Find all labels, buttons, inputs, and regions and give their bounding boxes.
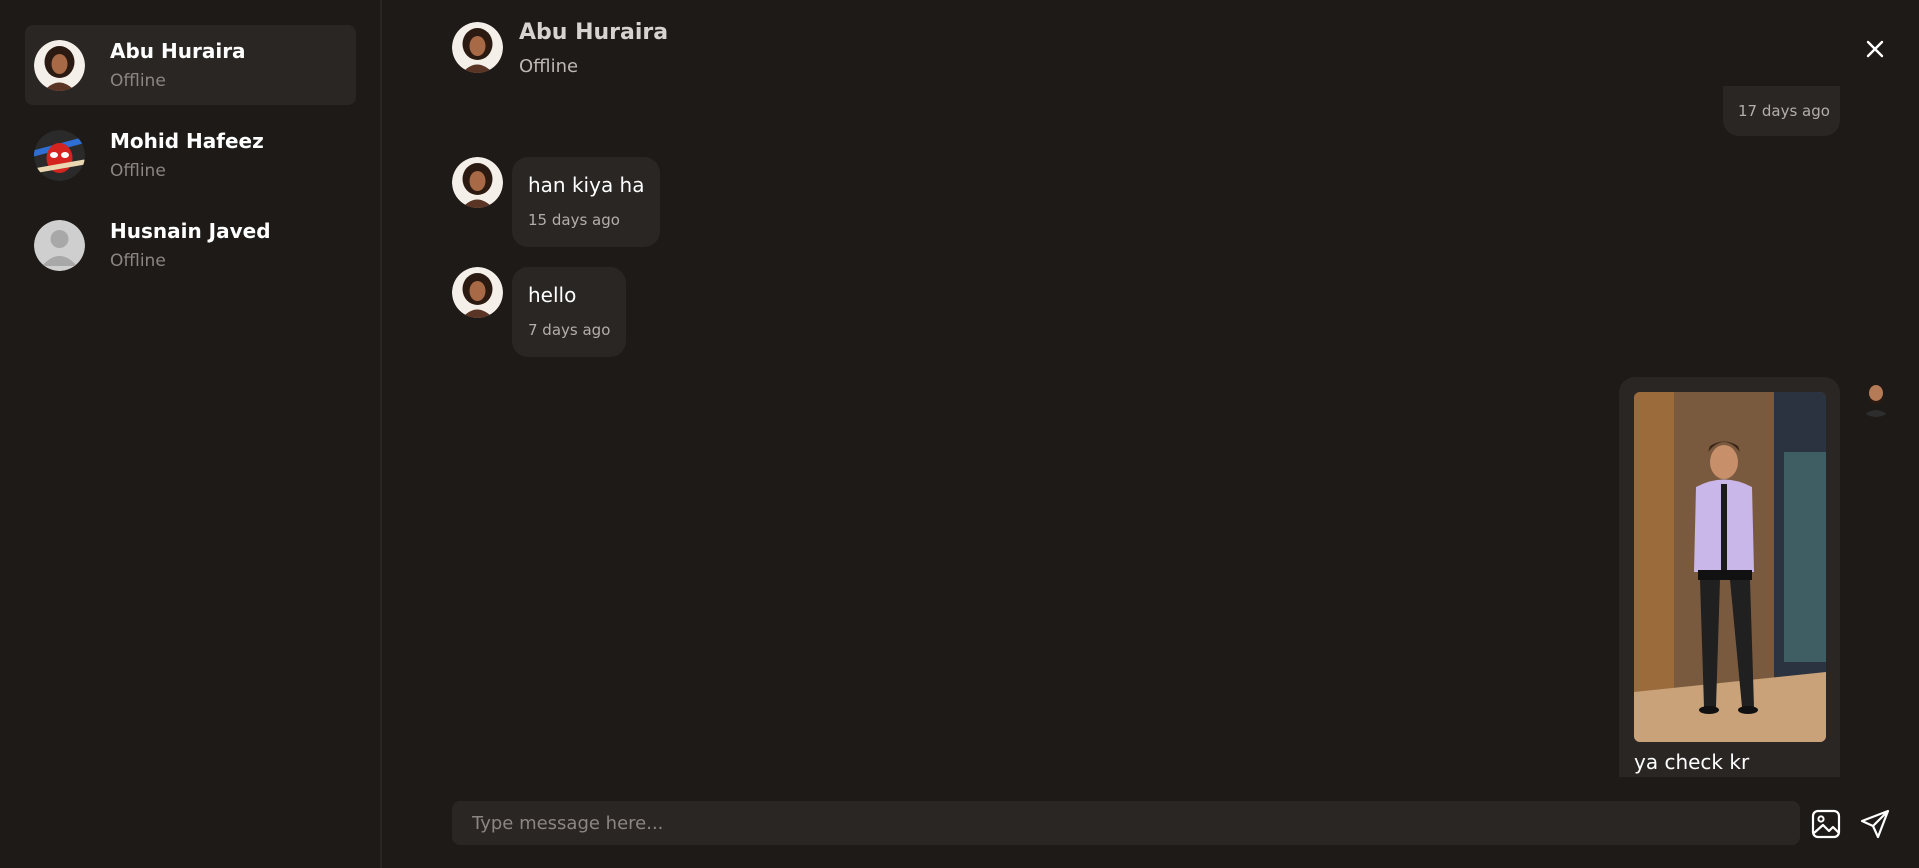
contacts-sidebar: Abu Huraira Offline Mohid Hafeez Offline… bbox=[0, 0, 382, 868]
message-bubble: hello 7 days ago bbox=[512, 267, 626, 357]
send-button[interactable] bbox=[1859, 808, 1891, 840]
message-bubble: han kiya ha 15 days ago bbox=[512, 157, 660, 247]
message-input[interactable] bbox=[452, 801, 1800, 845]
message-text: ya check kr bbox=[1634, 750, 1750, 774]
close-icon bbox=[1866, 40, 1884, 58]
chat-contact-status: Offline bbox=[519, 56, 579, 77]
chat-contact-name: Abu Huraira bbox=[519, 20, 669, 45]
message-bubble: 17 days ago bbox=[1723, 86, 1840, 136]
contact-name: Mohid Hafeez bbox=[110, 129, 264, 153]
avatar bbox=[452, 22, 503, 73]
image-icon bbox=[1811, 809, 1841, 839]
message-time: 7 days ago bbox=[528, 321, 611, 339]
contact-status: Offline bbox=[110, 71, 166, 91]
contact-item-mohid-hafeez[interactable]: Mohid Hafeez Offline bbox=[25, 115, 356, 195]
contact-name: Abu Huraira bbox=[110, 39, 246, 63]
send-icon bbox=[1860, 809, 1890, 839]
contact-item-husnain-javed[interactable]: Husnain Javed Offline bbox=[25, 205, 356, 285]
contact-status: Offline bbox=[110, 251, 166, 271]
close-chat-button[interactable] bbox=[1860, 34, 1890, 64]
message-text: hello bbox=[528, 283, 577, 307]
avatar bbox=[1856, 377, 1896, 417]
message-bubble-outgoing: ya check kr bbox=[1619, 377, 1840, 777]
avatar bbox=[452, 157, 503, 208]
avatar bbox=[452, 267, 503, 318]
attach-image-button[interactable] bbox=[1810, 808, 1842, 840]
message-time: 17 days ago bbox=[1738, 102, 1830, 120]
contact-name: Husnain Javed bbox=[110, 219, 271, 243]
message-input-wrapper bbox=[452, 801, 1800, 845]
avatar bbox=[34, 130, 85, 181]
contact-status: Offline bbox=[110, 161, 166, 181]
contact-item-abu-huraira[interactable]: Abu Huraira Offline bbox=[25, 25, 356, 105]
message-text: han kiya ha bbox=[528, 173, 645, 197]
message-time: 15 days ago bbox=[528, 211, 620, 229]
avatar bbox=[34, 40, 85, 91]
avatar bbox=[34, 220, 85, 271]
message-image[interactable] bbox=[1634, 392, 1826, 742]
